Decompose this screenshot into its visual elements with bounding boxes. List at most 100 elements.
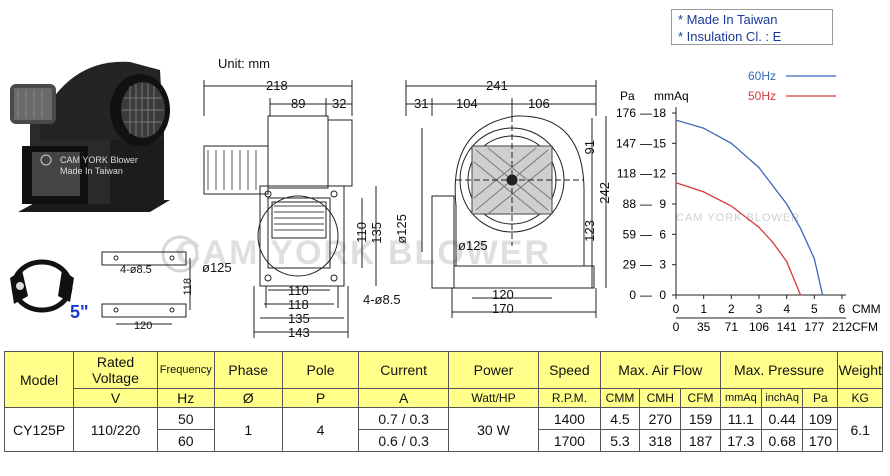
side-dim-118: 118 <box>288 297 309 312</box>
th-weight: Weight <box>837 351 883 389</box>
cell-cmh: 318 <box>639 429 682 452</box>
cell-inchaq: 0.44 <box>760 407 804 430</box>
y-tick-label-mmaq: 9 <box>659 197 666 211</box>
series-point <box>703 191 705 193</box>
y-tick-sep: — <box>640 197 652 211</box>
side-overall-dim: 218 <box>266 78 288 93</box>
y-tick-sep: — <box>640 227 652 241</box>
series-point <box>822 294 824 296</box>
cell-voltage: 110/220 <box>73 407 158 452</box>
cell-current: 0.6 / 0.3 <box>358 429 450 452</box>
front-dim-91: 91 <box>582 140 597 155</box>
series-point <box>675 182 677 184</box>
side-dim-h110: 110 <box>354 222 369 243</box>
series-point <box>799 294 802 296</box>
cell-pole: 4 <box>281 407 360 452</box>
cell-inchaq: 0.68 <box>760 429 804 452</box>
bracket-hole-label: 4-ø8.5 <box>120 264 152 276</box>
unit-phase: Ø <box>213 388 283 408</box>
y-tick-label-pa: 147 <box>616 136 636 150</box>
cell-rpm: 1400 <box>537 407 601 430</box>
side-dim-143: 143 <box>288 325 310 340</box>
x-tick-label-cmm: 1 <box>700 302 707 316</box>
cell-pa: 109 <box>802 407 839 430</box>
series-point <box>786 261 788 263</box>
cell-rpm: 1700 <box>537 429 601 452</box>
side-dim-89: 89 <box>291 96 306 111</box>
side-inlet-diameter: ø125 <box>202 260 232 275</box>
x-tick-label-cmm: 0 <box>673 302 680 316</box>
ring-bracket-photo <box>10 259 74 313</box>
unit-a: A <box>358 388 450 408</box>
cell-cfm: 187 <box>680 429 721 452</box>
cell-mmaq: 17.3 <box>719 429 763 452</box>
x-tick-label-cfm: 35 <box>697 320 711 334</box>
series-point <box>703 127 705 129</box>
cell-hz: 60 <box>156 429 215 452</box>
y-tick-sep: — <box>640 136 652 150</box>
cell-power: 30 W <box>448 407 539 452</box>
th-pole: Pole <box>281 351 360 389</box>
series-point <box>799 227 802 229</box>
series-point <box>813 258 815 260</box>
spec-table: Model Rated Voltage Frequency Phase Pole… <box>3 351 883 452</box>
table-row: CY125P 110/220 50 1 4 0.7 / 0.3 30 W 140… <box>3 407 883 452</box>
x-tick-label-cfm: 141 <box>777 320 797 334</box>
y-unit-mmaq: mmAq <box>654 89 689 103</box>
y-tick-sep: — <box>640 106 652 120</box>
front-dim-31: 31 <box>414 96 429 111</box>
cell-cmm: 5.3 <box>599 429 641 452</box>
unit-watt: Watt/HP <box>448 388 539 408</box>
side-dim-32: 32 <box>332 96 347 111</box>
photo-brand-text: CAM YORK Blower <box>60 155 138 165</box>
unit-pa: Pa <box>802 388 839 408</box>
th-frequency: Frequency <box>156 351 215 389</box>
y-tick-sep: — <box>640 258 652 272</box>
front-dim-120: 120 <box>492 287 514 302</box>
th-phase: Phase <box>213 351 283 389</box>
series-point <box>730 142 732 144</box>
x-tick-label-cmm: 3 <box>756 302 763 316</box>
unit-v: V <box>73 388 158 408</box>
unit-mmaq: mmAq <box>719 388 763 408</box>
front-dim-dia: ø125 <box>394 214 409 244</box>
th-power: Power <box>448 351 539 389</box>
th-rated-voltage: Rated Voltage <box>73 351 158 389</box>
y-tick-sep: — <box>640 288 652 302</box>
legend-label: 50Hz <box>748 89 776 103</box>
x-tick-label-cfm: 106 <box>749 320 769 334</box>
th-current: Current <box>358 351 450 389</box>
side-hole-label: 4-ø8.5 <box>363 292 401 307</box>
cell-current: 0.7 / 0.3 <box>358 407 450 430</box>
series-point <box>772 241 774 244</box>
x-tick-label-cfm: 0 <box>673 320 680 334</box>
info-insulation: * Insulation Cl. : E <box>678 29 782 44</box>
cell-pa: 170 <box>802 429 839 452</box>
unit-cfm: CFM <box>680 388 721 408</box>
side-dim-110: 110 <box>288 283 309 298</box>
cell-cmm: 4.5 <box>599 407 641 430</box>
x-tick-label-cfm: 212 <box>832 320 852 334</box>
cell-cfm: 159 <box>680 407 721 430</box>
y-tick-label-pa: 118 <box>617 167 636 181</box>
front-dim-170: 170 <box>492 301 514 316</box>
info-made-in: * Made In Taiwan <box>678 12 778 27</box>
series-line <box>675 119 824 296</box>
unit-rpm: R.P.M. <box>537 388 601 408</box>
front-dim-242: 242 <box>597 182 612 204</box>
y-tick-label-mmaq: 6 <box>659 227 666 241</box>
unit-kg: KG <box>837 388 883 408</box>
x-tick-label-cmm: 4 <box>783 302 790 316</box>
y-tick-label-mmaq: 18 <box>653 106 667 120</box>
th-max-pressure: Max. Pressure <box>719 351 839 389</box>
legend-label: 60Hz <box>748 69 776 83</box>
blower-photo <box>10 61 170 212</box>
front-dim-123: 123 <box>582 220 597 242</box>
y-unit-pa: Pa <box>620 89 635 103</box>
th-model: Model <box>3 351 75 408</box>
side-dim-135: 135 <box>288 311 310 326</box>
side-dim-h135: 135 <box>369 222 384 244</box>
y-tick-label-mmaq: 15 <box>653 136 667 150</box>
front-dim-104: 104 <box>456 96 478 111</box>
unit-pole: P <box>281 388 360 408</box>
